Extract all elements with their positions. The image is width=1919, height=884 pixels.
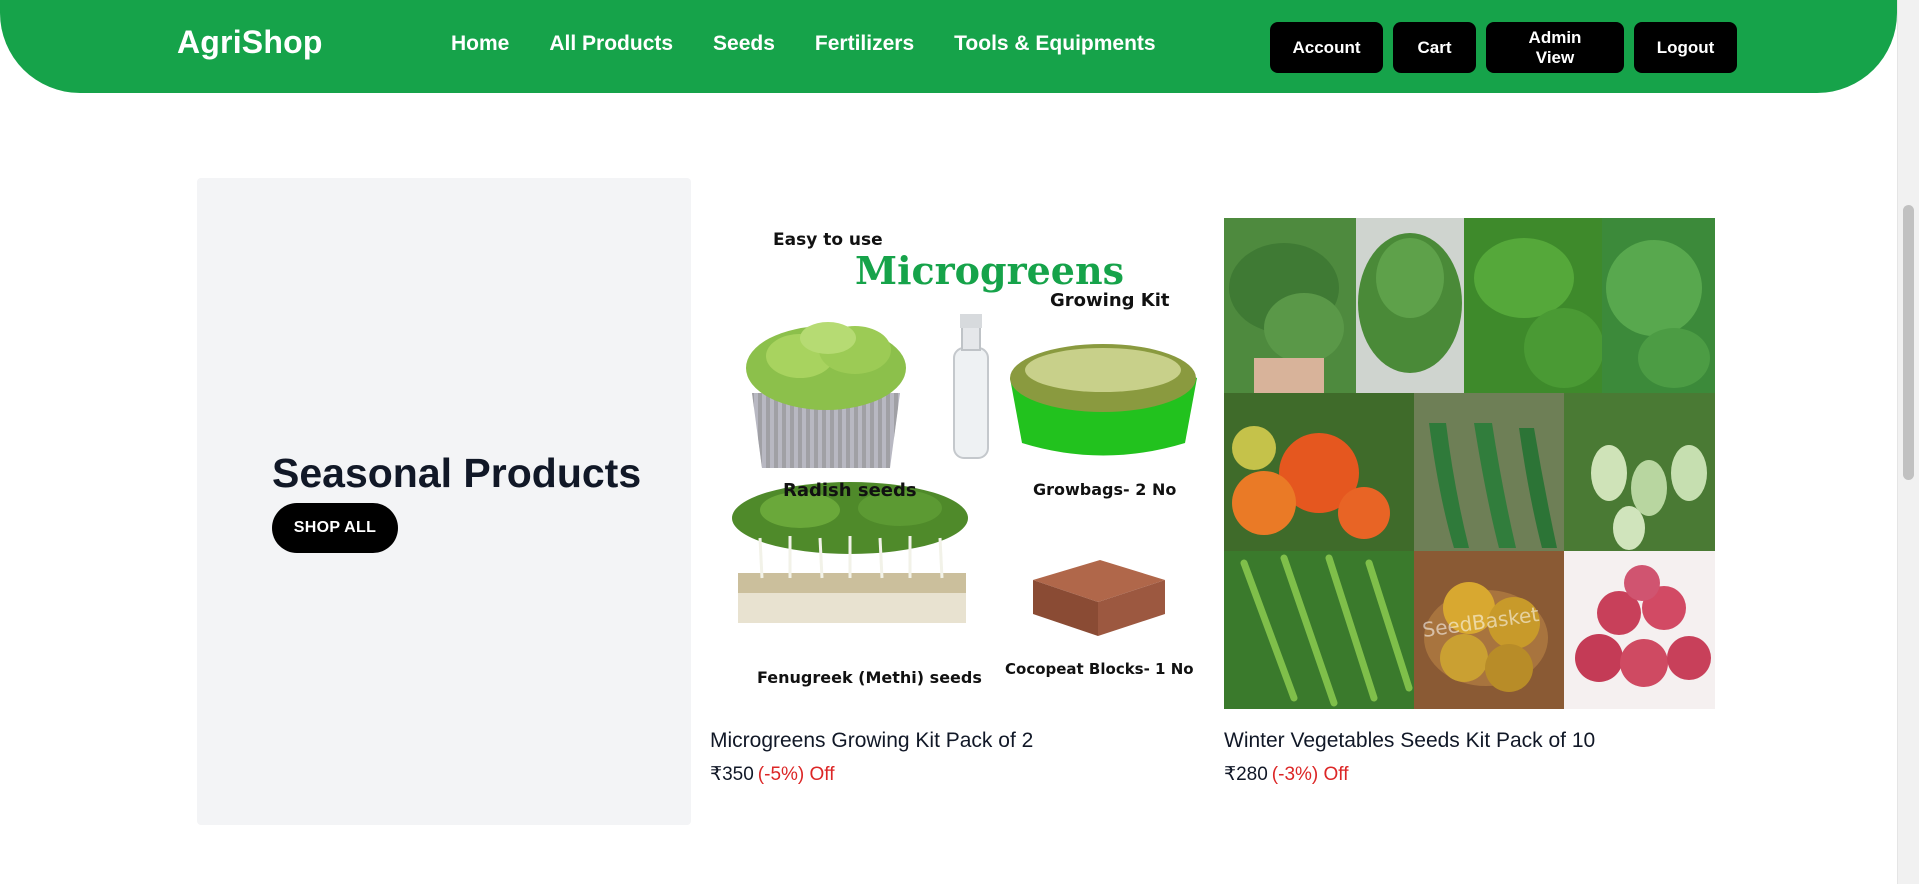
spinach-tile [1224, 218, 1356, 393]
amaranth-tile [1356, 218, 1464, 393]
price-value: ₹350 [710, 764, 754, 785]
seasonal-title: Seasonal Products [272, 450, 642, 496]
nav-seeds[interactable]: Seeds [713, 32, 775, 56]
cart-button[interactable]: Cart [1393, 22, 1476, 73]
fenugreek-sprouts-graphic [732, 482, 968, 623]
discount-label: (-3%) Off [1271, 764, 1349, 785]
coriander-tile [1464, 218, 1604, 393]
product-image-winter-vegetables[interactable]: SeedBasket [1224, 218, 1715, 709]
product-name[interactable]: Winter Vegetables Seeds Kit Pack of 10 [1224, 729, 1715, 753]
nav-tools-equipments[interactable]: Tools & Equipments [954, 32, 1155, 56]
scrollbar-thumb[interactable] [1903, 205, 1914, 480]
main-nav: Home All Products Seeds Fertilizers Tool… [451, 32, 1156, 56]
discount-label: (-5%) Off [757, 764, 835, 785]
admin-view-button[interactable]: Admin View [1486, 22, 1624, 73]
microgreens-kit-illustration [732, 314, 1197, 636]
page-scrollbar[interactable] [1897, 0, 1919, 884]
tomato-tile [1224, 393, 1414, 551]
fenugreek-leaves-tile [1602, 218, 1715, 393]
site-header: AgriShop Home All Products Seeds Fertili… [0, 0, 1897, 93]
product-name[interactable]: Microgreens Growing Kit Pack of 2 [710, 729, 1201, 753]
beans-tile [1224, 551, 1414, 709]
header-actions: Account Cart Admin View Logout [1270, 22, 1737, 73]
nav-fertilizers[interactable]: Fertilizers [815, 32, 914, 56]
price-value: ₹280 [1224, 764, 1268, 785]
kit-caption-cocopeat: Cocopeat Blocks- 1 No [1005, 660, 1194, 678]
kit-caption-growbags: Growbags- 2 No [1033, 480, 1177, 499]
logout-button[interactable]: Logout [1634, 22, 1737, 73]
nav-home[interactable]: Home [451, 32, 509, 56]
kit-caption-fenugreek: Fenugreek (Methi) seeds [757, 668, 982, 687]
product-price: ₹350 (-5%) Off [710, 763, 1201, 786]
product-image-microgreens[interactable]: Easy to use Microgreens Growing Kit Radi… [710, 218, 1201, 709]
product-card[interactable]: Easy to use Microgreens Growing Kit Radi… [710, 218, 1201, 786]
cocopeat-block-graphic [1033, 560, 1165, 636]
product-card[interactable]: SeedBasket Winter Vegetables Seeds Kit P… [1224, 218, 1715, 786]
okra-tile [1414, 393, 1564, 551]
nav-all-products[interactable]: All Products [549, 32, 673, 56]
product-price: ₹280 (-3%) Off [1224, 763, 1715, 786]
brinjal-tile [1564, 393, 1715, 551]
account-button[interactable]: Account [1270, 22, 1383, 73]
growbag-graphic [1010, 344, 1197, 456]
spray-bottle-graphic [953, 314, 989, 459]
shop-all-button[interactable]: SHOP ALL [272, 503, 398, 553]
radish-tray-graphic [746, 322, 906, 468]
site-logo[interactable]: AgriShop [177, 24, 323, 61]
seasonal-panel: Seasonal Products SHOP ALL [197, 178, 691, 825]
onion-tile [1564, 551, 1715, 709]
kit-caption-radish: Radish seeds [783, 480, 917, 501]
